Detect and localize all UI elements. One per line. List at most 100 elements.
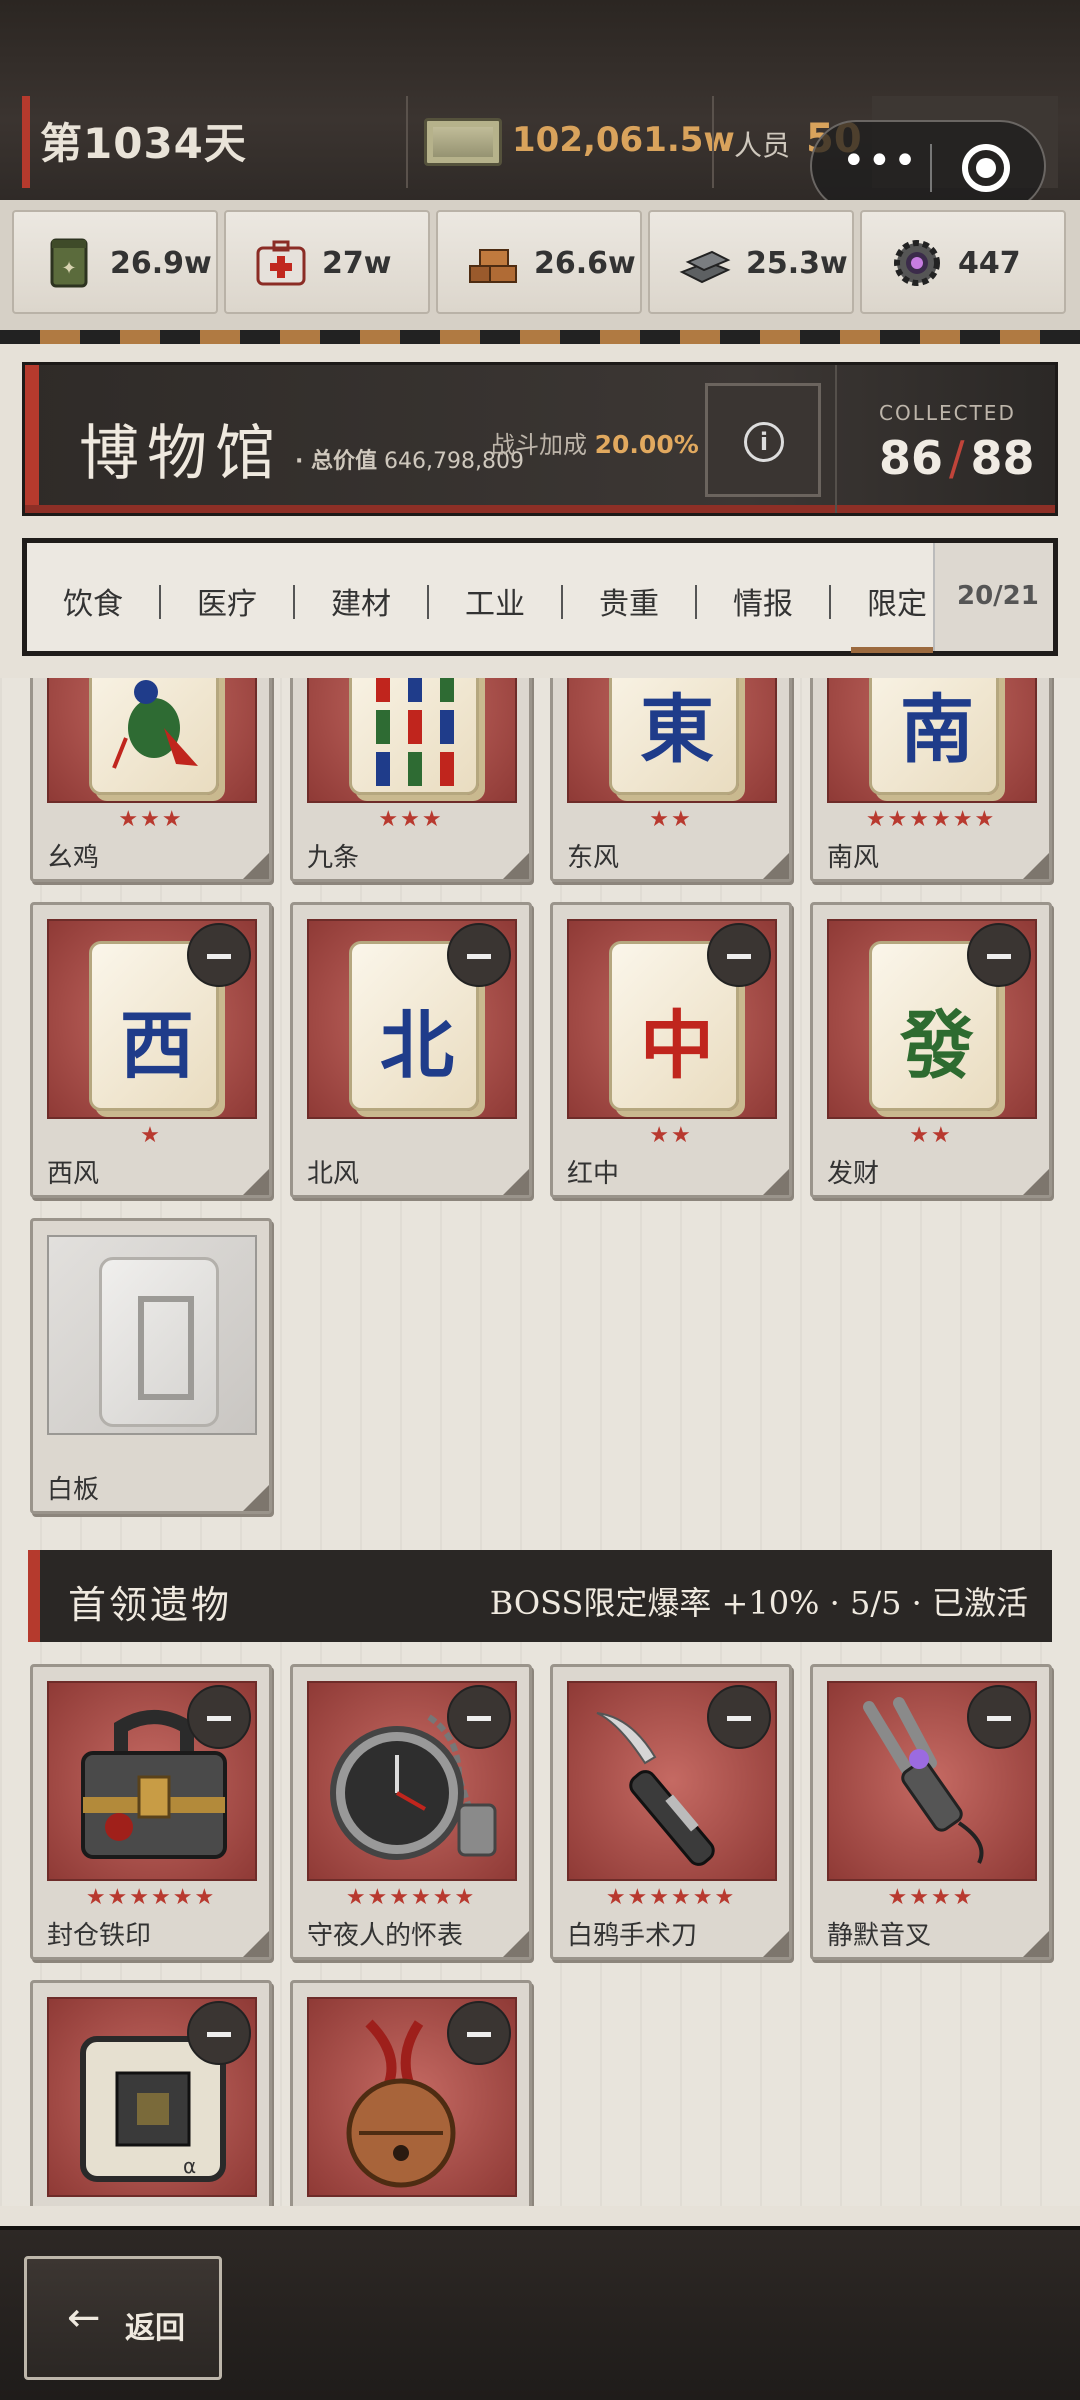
item-card[interactable]: 西 ★ 西风 — [30, 902, 272, 1198]
page-title: 博物馆 — [79, 419, 283, 489]
card-corner — [243, 1169, 269, 1195]
resource-metal[interactable]: 25.3w — [648, 210, 854, 314]
item-art — [307, 678, 517, 803]
item-name: 守夜人的怀表 — [307, 1921, 464, 1951]
cash-icon — [424, 118, 502, 166]
combat-bonus: 战斗加成 20.00% — [491, 425, 699, 460]
bonus-value: 20.00% — [594, 430, 699, 459]
museum-header: 博物馆 · 总价值 646,798,809 战斗加成 20.00% i COLL… — [22, 362, 1058, 516]
resource-medical[interactable]: 27w — [224, 210, 430, 314]
item-card[interactable] — [290, 1980, 532, 2206]
item-name: 发财 — [827, 1159, 880, 1189]
close-target-icon[interactable] — [962, 144, 1010, 192]
remove-button[interactable] — [967, 923, 1031, 987]
mahjong-tile: 東 — [609, 678, 739, 795]
card-corner — [503, 853, 529, 879]
item-grid-scroll[interactable]: ★★★ 幺鸡 ★★★ 九条 東 ★★ 东风 南 ★★★★★★ 南风 西 ★ 西风… — [0, 678, 1080, 2206]
bonus-label: 战斗加成 — [491, 431, 587, 459]
item-card[interactable]: ★★★★ 静默音叉 — [810, 1664, 1052, 1960]
item-name: 静默音叉 — [827, 1921, 932, 1951]
tab-count-box: 20/21 — [933, 543, 1053, 651]
capsule-divider — [930, 144, 932, 192]
card-corner — [503, 1931, 529, 1957]
item-name: 封仓铁印 — [47, 1921, 152, 1951]
resource-value: 25.3w — [746, 246, 848, 281]
star-rating: ★ — [140, 1123, 162, 1148]
tab-food[interactable]: 饮食 — [63, 579, 123, 623]
item-card[interactable]: 南 ★★★★★★ 南风 — [810, 678, 1052, 882]
tab-limited[interactable]: 限定 — [867, 579, 927, 623]
remove-button[interactable] — [447, 2001, 511, 2065]
resource-wood[interactable]: 26.6w — [436, 210, 642, 314]
info-button[interactable]: i — [705, 383, 821, 497]
item-card[interactable]: 東 ★★ 东风 — [550, 678, 792, 882]
remove-button[interactable] — [187, 923, 251, 987]
tab-intel[interactable]: 情报 — [733, 579, 793, 623]
item-art — [47, 1235, 257, 1435]
remove-button[interactable] — [967, 1685, 1031, 1749]
remove-button[interactable] — [187, 1685, 251, 1749]
card-corner — [503, 1169, 529, 1195]
star-rating: ★★★ — [378, 807, 444, 832]
item-name: 白鸦手术刀 — [567, 1921, 698, 1951]
item-card[interactable]: α — [30, 1980, 272, 2206]
tab-medical[interactable]: 医疗 — [197, 579, 257, 623]
tile-glyph: 南 — [900, 687, 974, 773]
item-card[interactable]: 發 ★★ 发财 — [810, 902, 1052, 1198]
item-card[interactable]: ★★★★★★ 封仓铁印 — [30, 1664, 272, 1960]
card-corner — [763, 853, 789, 879]
tab-divider — [561, 585, 563, 619]
slash: / — [949, 431, 965, 485]
item-name: 白板 — [47, 1475, 100, 1505]
item-card[interactable]: 白板 — [30, 1218, 272, 1514]
resource-value: 26.9w — [110, 246, 212, 281]
item-name: 幺鸡 — [47, 843, 100, 873]
hazard-stripe — [0, 330, 1080, 344]
remove-button[interactable] — [447, 923, 511, 987]
item-card[interactable]: 中 ★★ 红中 — [550, 902, 792, 1198]
item-card[interactable]: 北 北风 — [290, 902, 532, 1198]
item-card[interactable]: ★★★ 九条 — [290, 678, 532, 882]
card-corner — [1023, 1169, 1049, 1195]
mahjong-tile — [349, 678, 479, 795]
food-can-icon: ✦ — [50, 238, 88, 288]
item-name: 东风 — [567, 843, 620, 873]
tile-glyph: 東 — [640, 687, 714, 773]
more-icon[interactable]: ••• — [842, 138, 919, 184]
tab-industry[interactable]: 工业 — [465, 579, 525, 623]
bottom-bar: ← 返回 — [0, 2226, 1080, 2400]
remove-button[interactable] — [187, 2001, 251, 2065]
star-rating: ★★ — [649, 807, 693, 832]
resource-core[interactable]: 447 — [860, 210, 1066, 314]
item-card[interactable]: ★★★★★★ 白鸦手术刀 — [550, 1664, 792, 1960]
total-number: 88 — [970, 431, 1035, 485]
top-status-bar: 第1034天 102,061.5w 人员 50 ••• — [0, 0, 1080, 212]
day-accent-bar — [22, 96, 30, 188]
active-tab-indicator — [851, 647, 933, 653]
remove-button[interactable] — [707, 923, 771, 987]
star-rating: ★★ — [649, 1123, 693, 1148]
resource-food[interactable]: ✦ 26.9w — [12, 210, 218, 314]
metal-icon — [679, 250, 731, 284]
tab-valuable[interactable]: 贵重 — [599, 579, 659, 623]
item-art: 南 — [827, 678, 1037, 803]
mahjong-tile: 南 — [869, 678, 999, 795]
section-title: 首领遗物 — [68, 1583, 233, 1627]
star-rating: ★★★★★★ — [85, 1885, 217, 1910]
item-card[interactable]: ★★★ 幺鸡 — [30, 678, 272, 882]
money-value: 102,061.5w — [512, 120, 735, 160]
item-card[interactable]: ★★★★★★ 守夜人的怀表 — [290, 1664, 532, 1960]
item-name: 西风 — [47, 1159, 100, 1189]
item-name: 北风 — [307, 1159, 360, 1189]
tab-building[interactable]: 建材 — [331, 579, 391, 623]
info-icon: i — [744, 422, 784, 462]
remove-button[interactable] — [447, 1685, 511, 1749]
star-rating: ★★★★ — [887, 1885, 975, 1910]
remove-button[interactable] — [707, 1685, 771, 1749]
star-rating: ★★★★★★ — [345, 1885, 477, 1910]
back-button[interactable]: ← 返回 — [24, 2256, 222, 2380]
tile-glyph: 中 — [640, 1003, 714, 1089]
item-art: 東 — [567, 678, 777, 803]
card-corner — [1023, 1931, 1049, 1957]
header-accent — [25, 365, 39, 513]
